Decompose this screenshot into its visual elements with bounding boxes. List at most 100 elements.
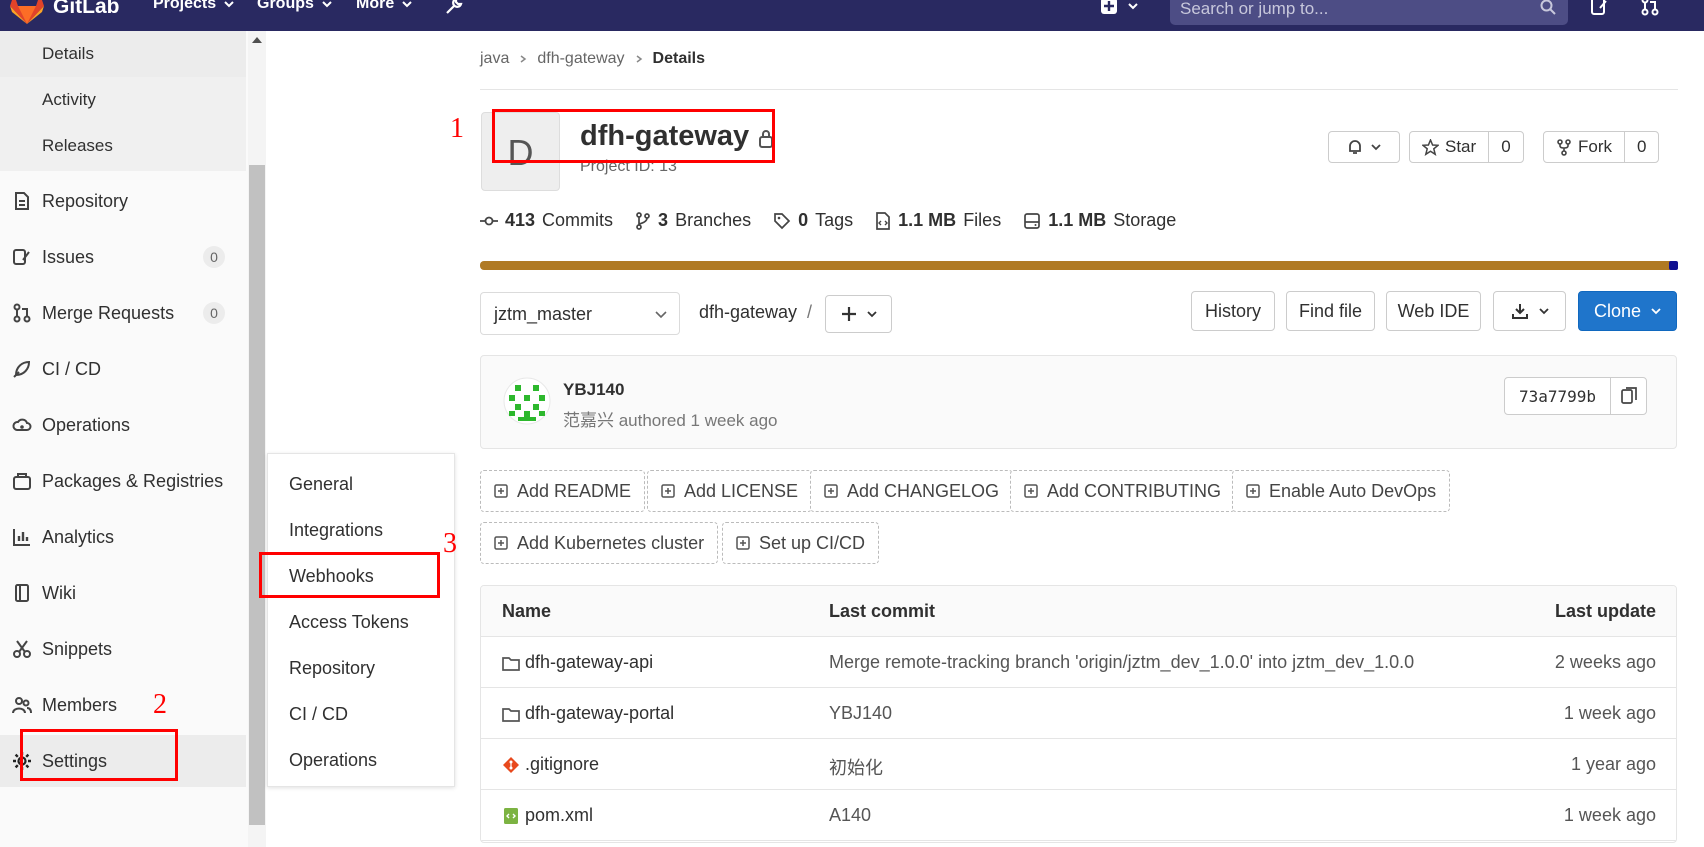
commit-message[interactable]: YBJ140 bbox=[829, 703, 892, 724]
issues-count-badge: 0 bbox=[203, 246, 225, 268]
file-name-cell[interactable]: .gitignore bbox=[502, 754, 599, 775]
breadcrumb-project[interactable]: dfh-gateway bbox=[537, 50, 624, 68]
commit-message[interactable]: 初始化 bbox=[829, 754, 883, 780]
last-commit-box: YBJ140 范嘉兴 authored 1 week ago 73a7799b bbox=[480, 355, 1677, 449]
web-ide-label: Web IDE bbox=[1397, 300, 1470, 321]
star-label: Star bbox=[1445, 137, 1477, 156]
sidebar-subitem-details[interactable]: Details bbox=[0, 31, 246, 77]
setup-ci-cd-button[interactable]: Set up CI/CD bbox=[722, 522, 880, 564]
sidebar-item-ci-cd[interactable]: CI / CD bbox=[0, 343, 246, 395]
flyout-item-operations[interactable]: Operations bbox=[289, 750, 377, 771]
download-dropdown[interactable] bbox=[1493, 291, 1566, 331]
path-separator: / bbox=[807, 302, 813, 322]
flyout-item-general[interactable]: General bbox=[289, 474, 353, 495]
tags-count: 0 bbox=[798, 210, 809, 230]
author-avatar[interactable] bbox=[503, 377, 551, 425]
branch-selector[interactable]: jztm_master bbox=[480, 292, 680, 335]
add-kubernetes-cluster-button[interactable]: Add Kubernetes cluster bbox=[480, 522, 719, 564]
sidebar-item-packages[interactable]: Packages & Registries bbox=[0, 455, 246, 507]
fork-count[interactable]: 0 bbox=[1624, 132, 1658, 162]
flyout-item-repository[interactable]: Repository bbox=[289, 658, 375, 679]
repository-languages-bar[interactable] bbox=[480, 261, 1678, 270]
git-file-icon bbox=[503, 756, 519, 773]
admin-wrench-icon[interactable] bbox=[444, 0, 464, 16]
sidebar-item-repository[interactable]: Repository bbox=[0, 175, 246, 227]
commits-stat[interactable]: 413 Commits bbox=[480, 210, 613, 231]
secondary-language-segment[interactable] bbox=[1669, 261, 1678, 270]
enable-auto-devops-button[interactable]: Enable Auto DevOps bbox=[1232, 470, 1451, 512]
commit-author[interactable]: YBJ140 bbox=[563, 380, 624, 400]
commit-message[interactable]: A140 bbox=[829, 805, 871, 826]
sidebar-item-members[interactable]: Members bbox=[0, 679, 246, 731]
add-license-button[interactable]: Add LICENSE bbox=[647, 470, 813, 512]
commit-sha-group: 73a7799b bbox=[1504, 377, 1648, 415]
branches-stat[interactable]: 3 Branches bbox=[635, 210, 751, 231]
find-file-button[interactable]: Find file bbox=[1286, 291, 1375, 331]
brand-name[interactable]: GitLab bbox=[53, 0, 120, 19]
flyout-item-access-tokens[interactable]: Access Tokens bbox=[289, 612, 409, 633]
file-name-cell[interactable]: pom.xml bbox=[502, 805, 593, 826]
clone-dropdown[interactable]: Clone bbox=[1578, 291, 1677, 331]
plus-square-icon bbox=[1101, 0, 1117, 14]
book-icon bbox=[15, 584, 29, 602]
files-stat[interactable]: 1.1 MB Files bbox=[875, 210, 1001, 231]
sidebar-item-label: Operations bbox=[42, 414, 131, 435]
tags-stat[interactable]: 0 Tags bbox=[773, 210, 853, 231]
fork-button[interactable]: Fork bbox=[1544, 132, 1624, 162]
sidebar-item-wiki[interactable]: Wiki bbox=[0, 567, 246, 619]
more-menu[interactable]: More bbox=[356, 0, 412, 13]
flyout-item-integrations[interactable]: Integrations bbox=[289, 520, 383, 541]
notification-dropdown[interactable] bbox=[1328, 131, 1400, 163]
last-update: 1 week ago bbox=[1563, 703, 1656, 723]
folder-icon bbox=[502, 707, 520, 722]
table-row[interactable]: .gitignore 初始化 1 year ago bbox=[481, 739, 1676, 790]
repo-path-root[interactable]: dfh-gateway bbox=[699, 302, 797, 323]
flyout-item-ci-cd[interactable]: CI / CD bbox=[289, 704, 348, 725]
web-ide-button[interactable]: Web IDE bbox=[1386, 291, 1481, 331]
table-row[interactable]: dfh-gateway-api Merge remote-tracking br… bbox=[481, 637, 1676, 688]
sidebar-item-snippets[interactable]: Snippets bbox=[0, 623, 246, 675]
issues-shortcut-icon[interactable] bbox=[1590, 0, 1610, 16]
add-contributing-button[interactable]: Add CONTRIBUTING bbox=[1010, 470, 1236, 512]
groups-menu[interactable]: Groups bbox=[257, 0, 332, 13]
commit-message[interactable]: Merge remote-tracking branch 'origin/jzt… bbox=[829, 652, 1414, 673]
fork-button-group: Fork 0 bbox=[1543, 131, 1660, 163]
breadcrumb-group[interactable]: java bbox=[480, 50, 509, 68]
sidebar-item-label: Snippets bbox=[42, 638, 113, 659]
sidebar-item-analytics[interactable]: Analytics bbox=[0, 511, 246, 563]
new-item-dropdown[interactable] bbox=[1100, 0, 1138, 15]
table-row[interactable]: dfh-gateway-portal YBJ140 1 week ago bbox=[481, 688, 1676, 739]
copy-sha-button[interactable] bbox=[1610, 378, 1646, 414]
merge-requests-shortcut-icon[interactable] bbox=[1640, 0, 1660, 16]
projects-menu[interactable]: Projects bbox=[153, 0, 234, 13]
scrollbar-thumb[interactable] bbox=[249, 165, 265, 825]
sidebar-subitem-releases[interactable]: Releases bbox=[0, 123, 246, 169]
file-name-cell[interactable]: dfh-gateway-portal bbox=[502, 703, 674, 724]
star-button[interactable]: Star bbox=[1410, 132, 1488, 162]
history-button[interactable]: History bbox=[1191, 291, 1275, 331]
table-row[interactable]: pom.xml A140 1 week ago bbox=[481, 790, 1676, 841]
sidebar-item-issues[interactable]: Issues 0 bbox=[0, 231, 246, 283]
sidebar-item-operations[interactable]: Operations bbox=[0, 399, 246, 451]
add-readme-button[interactable]: Add README bbox=[480, 470, 646, 512]
annotation-box-settings bbox=[20, 729, 178, 781]
star-count[interactable]: 0 bbox=[1488, 132, 1522, 162]
breadcrumb-current[interactable]: Details bbox=[653, 50, 705, 68]
sidebar-subitem-activity[interactable]: Activity bbox=[0, 77, 246, 123]
scroll-up-arrow-icon[interactable] bbox=[252, 37, 262, 43]
find-file-label: Find file bbox=[1298, 300, 1363, 321]
plus-square-icon bbox=[494, 484, 508, 498]
file-name-cell[interactable]: dfh-gateway-api bbox=[502, 652, 653, 673]
search-input[interactable]: Search or jump to... bbox=[1170, 0, 1568, 25]
add-changelog-button[interactable]: Add CHANGELOG bbox=[810, 470, 1014, 512]
file-name: pom.xml bbox=[525, 805, 594, 825]
add-license-label: Add LICENSE bbox=[684, 480, 799, 501]
star-icon bbox=[1422, 138, 1439, 156]
add-to-tree-dropdown[interactable] bbox=[825, 295, 892, 333]
gitlab-logo-icon[interactable] bbox=[10, 0, 44, 24]
sidebar-scrollbar[interactable] bbox=[248, 31, 266, 847]
storage-stat[interactable]: 1.1 MB Storage bbox=[1023, 210, 1176, 231]
sidebar-item-merge-requests[interactable]: Merge Requests 0 bbox=[0, 287, 246, 339]
sidebar-item-label: Members bbox=[42, 694, 118, 715]
commit-sha[interactable]: 73a7799b bbox=[1505, 378, 1610, 414]
